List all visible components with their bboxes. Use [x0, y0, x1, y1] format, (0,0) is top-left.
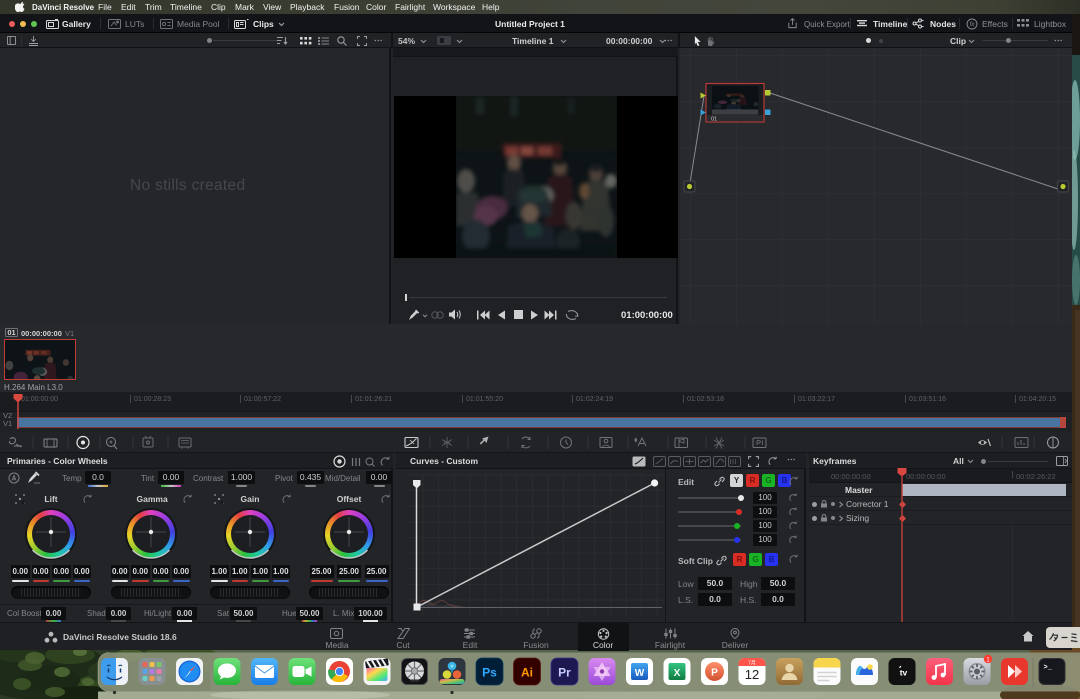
svg-text:Pr: Pr: [558, 666, 571, 680]
svg-text:12: 12: [745, 667, 759, 682]
svg-text:>_: >_: [1044, 664, 1053, 672]
svg-text:P: P: [711, 668, 718, 679]
svg-text:Ai: Ai: [521, 666, 533, 680]
svg-text:W: W: [635, 668, 645, 679]
svg-text:01: 01: [711, 117, 717, 123]
svg-text:X: X: [674, 668, 681, 679]
svg-text:Ps: Ps: [482, 666, 497, 680]
svg-text:tv: tv: [900, 668, 908, 678]
svg-text:7月: 7月: [748, 661, 756, 667]
svg-text:fx: fx: [970, 22, 976, 28]
